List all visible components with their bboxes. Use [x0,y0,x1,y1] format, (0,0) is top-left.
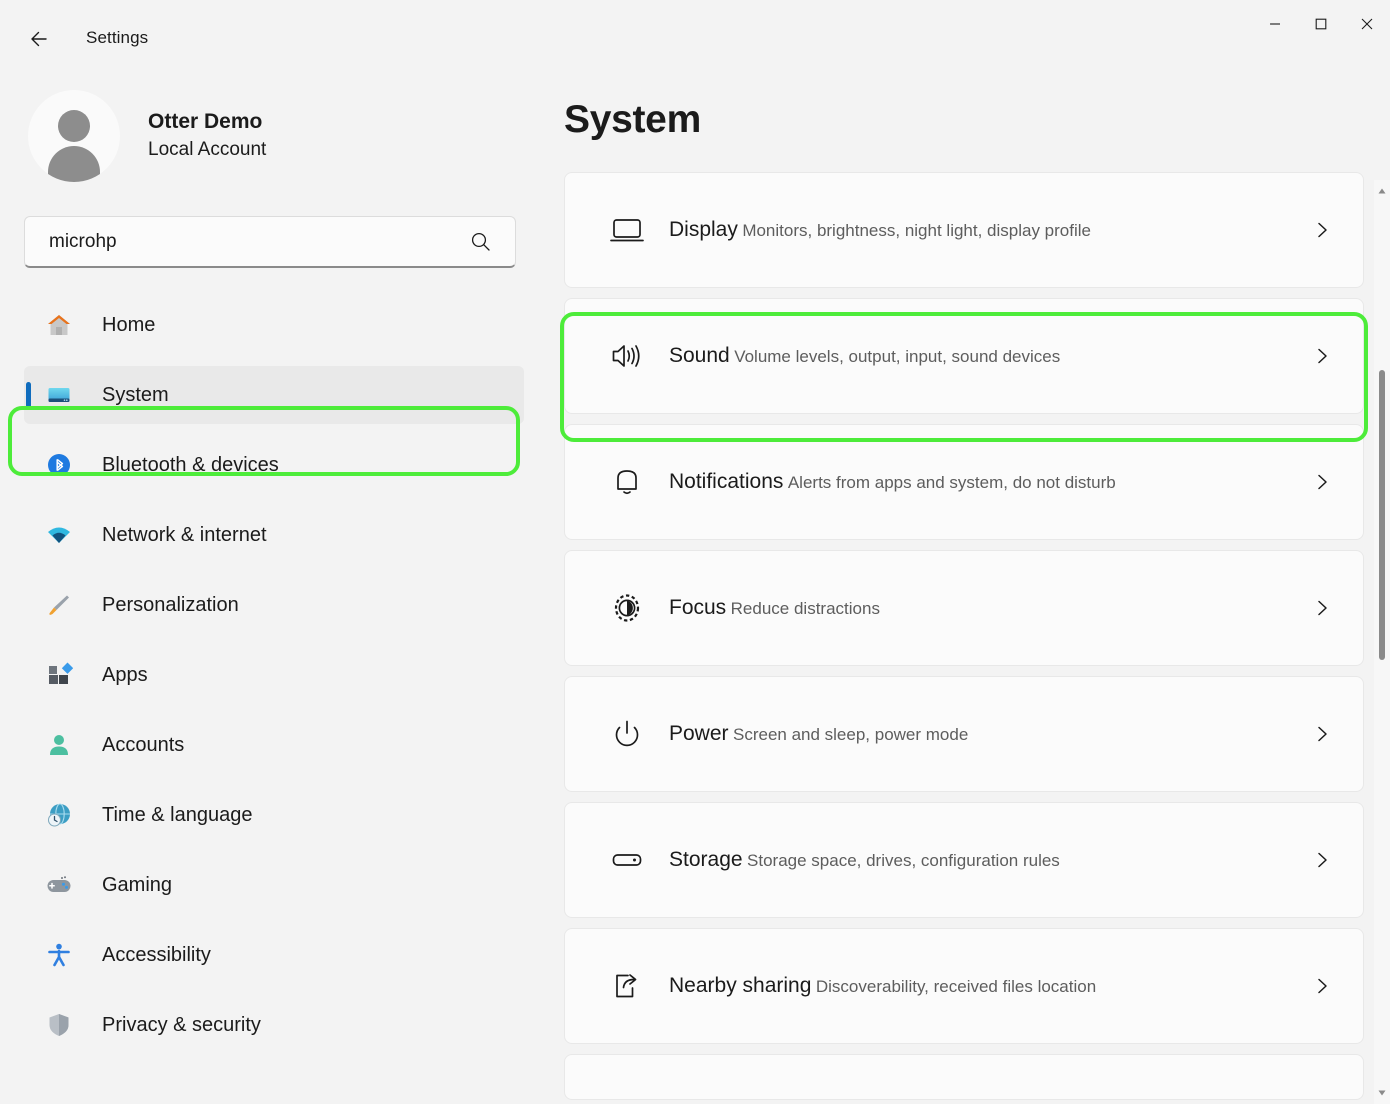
sidebar-item-bluetooth-devices[interactable]: Bluetooth & devices [24,436,524,494]
back-arrow-icon [31,31,47,47]
search-input[interactable] [25,230,470,253]
minimize-icon [1270,23,1280,25]
sidebar-item-time-language[interactable]: Time & language [24,786,524,844]
person-icon [42,731,76,759]
focus-icon [599,588,655,628]
settings-window: Settings Otter Demo Local Account microh… [0,0,1390,1104]
settings-card-power[interactable]: Power Screen and sleep, power mode [564,676,1364,792]
sidebar-item-home[interactable]: Home [24,296,524,354]
card-title: Nearby sharing [669,974,812,998]
settings-card-storage[interactable]: Storage Storage space, drives, configura… [564,802,1364,918]
settings-card-notifications[interactable]: Notifications Alerts from apps and syste… [564,424,1364,540]
settings-card-list: Display Monitors, brightness, night ligh… [548,172,1390,1100]
home-icon [42,311,76,339]
window-title: Settings [86,28,149,47]
selection-accent-bar [26,382,31,408]
sidebar-item-personalization[interactable]: Personalization [24,576,524,634]
scrollbar[interactable] [1374,180,1390,1104]
chevron-right-icon [1307,598,1337,618]
sidebar-item-label: Accounts [102,733,185,756]
chevron-right-icon [1307,850,1337,870]
share-icon [599,966,655,1006]
sidebar-item-label: Apps [102,663,148,686]
sidebar: Otter Demo Local Account microhp Home Sy… [0,58,548,1104]
paintbrush-icon [42,591,76,619]
settings-card-nearby-sharing[interactable]: Nearby sharing Discoverability, received… [564,928,1364,1044]
sidebar-item-privacy-security[interactable]: Privacy & security [24,996,524,1054]
chevron-right-icon [1307,346,1337,366]
sidebar-item-label: Bluetooth & devices [102,453,279,476]
chevron-right-icon [1307,976,1337,996]
account-name: Otter Demo [148,110,263,134]
settings-card-sound[interactable]: Sound Volume levels, output, input, soun… [564,298,1364,414]
sidebar-item-accessibility[interactable]: Accessibility [24,926,524,984]
sidebar-item-label: Accessibility [102,943,211,966]
scroll-down-arrow-icon[interactable] [1374,1084,1390,1102]
chevron-right-icon [1307,472,1337,492]
search-box[interactable] [24,216,516,268]
scrollbar-thumb[interactable] [1379,370,1385,660]
card-description: Volume levels, output, input, sound devi… [734,347,1061,367]
card-title: Notifications [669,470,784,494]
title-bar: Settings [0,0,1390,58]
shield-icon [42,1011,76,1039]
card-description: Monitors, brightness, night light, displ… [742,221,1091,241]
sidebar-item-label: Time & language [102,803,253,826]
card-title: Power [669,722,729,746]
settings-card-focus[interactable]: Focus Reduce distractions [564,550,1364,666]
sidebar-item-label: Personalization [102,593,239,616]
sidebar-item-label: System [102,383,169,406]
scroll-up-arrow-icon[interactable] [1374,182,1390,200]
card-description: Storage space, drives, configuration rul… [747,851,1060,871]
sidebar-item-system[interactable]: System [24,366,524,424]
card-title: Sound [669,344,730,368]
account-subtitle: Local Account [148,139,267,161]
sidebar-nav: Home System Bluetooth & devices Network … [24,296,524,1054]
chevron-right-icon [1307,724,1337,744]
bluetooth-icon [42,451,76,479]
card-title: Storage [669,848,743,872]
sidebar-item-apps[interactable]: Apps [24,646,524,704]
back-button[interactable] [18,22,60,56]
sidebar-item-gaming[interactable]: Gaming [24,856,524,914]
person-avatar-icon [58,110,90,142]
avatar [28,90,120,182]
bell-icon [599,462,655,502]
storage-drive-icon [599,840,655,880]
settings-card-partial[interactable] [564,1054,1364,1100]
apps-blocks-icon [42,661,76,689]
power-icon [599,714,655,754]
sidebar-item-accounts[interactable]: Accounts [24,716,524,774]
page-title: System [564,98,701,141]
maximize-button[interactable] [1298,0,1344,48]
card-description: Alerts from apps and system, do not dist… [787,473,1116,493]
card-title: Display [669,218,738,242]
sidebar-item-network-internet[interactable]: Network & internet [24,506,524,564]
close-button[interactable] [1344,0,1390,48]
gamepad-icon [42,871,76,899]
account-block[interactable]: Otter Demo Local Account [28,90,524,182]
maximize-icon [1315,18,1327,30]
card-description: Screen and sleep, power mode [732,725,969,745]
accessibility-icon [42,941,76,969]
main-content: System Display Monitors, brightness, nig… [548,58,1390,1104]
clock-globe-icon [42,801,76,829]
settings-card-display[interactable]: Display Monitors, brightness, night ligh… [564,172,1364,288]
speaker-icon [599,336,655,376]
sidebar-item-label: Network & internet [102,523,267,546]
sidebar-item-label: Privacy & security [102,1013,261,1036]
sidebar-item-label: Gaming [102,873,173,896]
wifi-icon [42,521,76,549]
minimize-button[interactable] [1252,0,1298,48]
close-icon [1361,18,1373,30]
window-controls [1252,0,1390,48]
card-description: Reduce distractions [730,599,880,619]
card-title: Focus [669,596,727,620]
system-monitor-icon [42,381,76,409]
chevron-right-icon [1307,220,1337,240]
search-icon[interactable] [470,231,515,252]
monitor-icon [599,210,655,250]
card-description: Discoverability, received files location [815,977,1097,997]
sidebar-item-label: Home [102,313,156,336]
